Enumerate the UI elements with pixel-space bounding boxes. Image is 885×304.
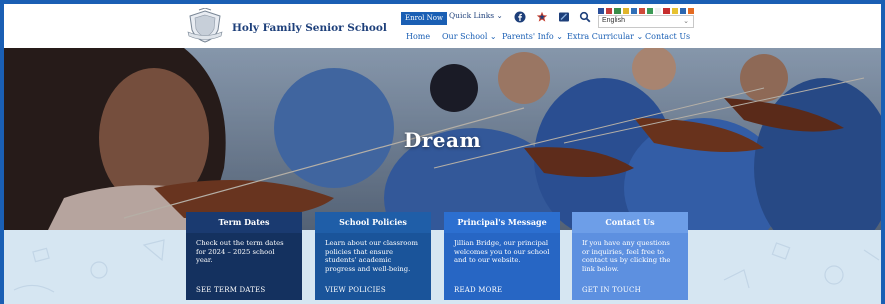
star-icon[interactable] <box>536 11 548 23</box>
page-frame: Holy Family Senior School Enrol Now Quic… <box>4 4 881 304</box>
card-text: Learn about our classroom policies that … <box>325 239 418 273</box>
card-text: If you have any questions or inquiries, … <box>582 239 671 273</box>
site-header: Holy Family Senior School Enrol Now Quic… <box>4 4 881 48</box>
language-flags[interactable] <box>598 8 695 14</box>
card-title: School Policies <box>315 212 431 233</box>
card-text: Jillian Bridge, our principal welcomes y… <box>454 239 550 265</box>
main-nav: Home Our School ⌄ Parents' Info ⌄ Extra … <box>4 32 881 46</box>
nav-item-our-school[interactable]: Our School ⌄ <box>442 32 497 41</box>
facebook-icon[interactable] <box>514 11 526 23</box>
card-title: Principal's Message <box>444 212 560 233</box>
see-term-dates-link[interactable]: SEE TERM DATES <box>196 286 265 295</box>
card-body: If you have any questions or inquiries, … <box>572 233 688 300</box>
search-icon[interactable] <box>579 11 591 23</box>
book-icon[interactable] <box>558 11 570 23</box>
read-more-link[interactable]: READ MORE <box>454 286 502 295</box>
language-select[interactable]: English ⌄ <box>598 15 694 28</box>
language-select-value: English <box>602 17 625 24</box>
card-principals-message: Principal's Message Jillian Bridge, our … <box>444 212 560 300</box>
hero-banner: Dream <box>4 48 881 238</box>
card-title: Contact Us <box>572 212 688 233</box>
nav-item-contact-us[interactable]: Contact Us <box>645 32 690 41</box>
get-in-touch-link[interactable]: GET IN TOUCH <box>582 286 641 295</box>
card-text: Check out the term dates for 2024 – 2025… <box>196 239 284 265</box>
enrol-now-button[interactable]: Enrol Now <box>401 12 447 25</box>
card-body: Learn about our classroom policies that … <box>315 233 431 300</box>
card-body: Check out the term dates for 2024 – 2025… <box>186 233 302 300</box>
card-contact-us: Contact Us If you have any questions or … <box>572 212 688 300</box>
card-school-policies: School Policies Learn about our classroo… <box>315 212 431 300</box>
hero-title: Dream <box>403 128 482 152</box>
view-policies-link[interactable]: VIEW POLICIES <box>325 286 386 295</box>
info-band <box>4 230 881 304</box>
quick-links-dropdown[interactable]: Quick Links ⌄ <box>449 11 503 20</box>
doodle-pattern <box>13 239 880 293</box>
card-term-dates: Term Dates Check out the term dates for … <box>186 212 302 300</box>
nav-item-extra-curricular[interactable]: Extra Curricular ⌄ <box>567 32 643 41</box>
nav-item-home[interactable]: Home <box>406 32 430 41</box>
card-title: Term Dates <box>186 212 302 233</box>
card-body: Jillian Bridge, our principal welcomes y… <box>444 233 560 300</box>
nav-item-parents-info[interactable]: Parents' Info ⌄ <box>502 32 563 41</box>
chevron-down-icon: ⌄ <box>683 18 689 25</box>
